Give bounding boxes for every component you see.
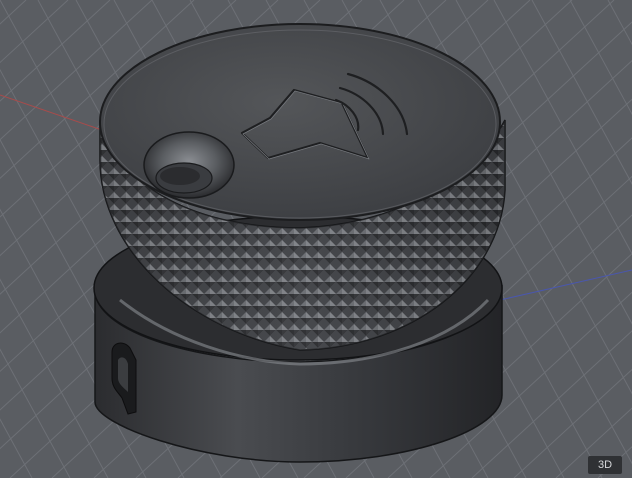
grid-line xyxy=(531,0,632,185)
knob-model[interactable] xyxy=(93,23,506,463)
3d-viewport[interactable]: 3D xyxy=(0,0,632,478)
viewport-scene[interactable] xyxy=(0,0,632,478)
grid-line xyxy=(0,0,69,64)
countersunk-hole-bore-shadow xyxy=(160,167,200,185)
grid-line xyxy=(513,368,632,478)
y-axis-line xyxy=(499,269,632,301)
view-mode-badge[interactable]: 3D xyxy=(588,456,622,474)
grid-line xyxy=(597,446,632,478)
